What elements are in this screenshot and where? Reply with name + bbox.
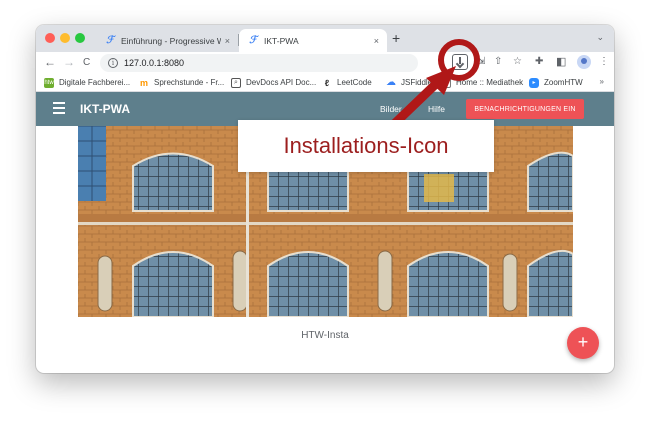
reload-icon[interactable]: C [83, 56, 90, 70]
menu-kebab-icon[interactable]: ⋮ [599, 56, 609, 68]
open-with-icon[interactable]: ⇲ [477, 56, 485, 68]
hamburger-menu-icon[interactable] [53, 102, 65, 114]
url-text: 127.0.0.1:8080 [124, 58, 185, 68]
side-panel-icon[interactable]: ◧ [556, 56, 566, 68]
bookmark-label: Sprechstunde - Fr... [154, 78, 225, 87]
nav-link-bilder[interactable]: Bilder [380, 104, 402, 114]
browser-window: ℱ Einführung - Progressive Web × ℱ IKT-P… [36, 25, 614, 373]
enable-notifications-button[interactable]: BENACHRICHTIGUNGEN EIN [466, 99, 584, 119]
bookmarks-overflow-icon[interactable]: » [600, 77, 604, 86]
tab-ikt-pwa[interactable]: ℱ IKT-PWA × [239, 29, 387, 52]
new-tab-button[interactable]: + [392, 30, 400, 46]
bookmark-label: LeetCode [337, 78, 372, 87]
bookmark-digitale-fachbereich[interactable]: htw Digitale Fachberei... [44, 76, 134, 89]
bookmark-zoomhtw[interactable]: ▸ ZoomHTW [529, 76, 591, 89]
annotation-label: Installations-Icon [238, 120, 494, 172]
minimize-window-button[interactable] [60, 33, 70, 43]
zoom-icon: ▸ [529, 77, 539, 88]
bookmarks-bar: htw Digitale Fachberei... m Sprechstunde… [36, 73, 614, 92]
forward-icon[interactable]: → [63, 55, 75, 69]
browser-toolbar: ← → C i 127.0.0.1:8080 ⇲ ⇧ ☆ ✚ ◧ ⋮ [36, 52, 614, 73]
install-app-icon[interactable] [452, 54, 468, 70]
tab-einfuehrung[interactable]: ℱ Einführung - Progressive Web × [96, 29, 238, 52]
close-window-button[interactable] [45, 33, 55, 43]
bookmark-label: Home :: Mediathek [456, 78, 524, 87]
bookmark-label: JSFiddle [401, 78, 433, 87]
bookmark-devdocs[interactable]: ⌕ DevDocs API Doc... [231, 76, 316, 89]
tab-favicon-icon: ℱ [106, 35, 114, 46]
bookmark-leetcode[interactable]: ℓ LeetCode [322, 76, 380, 89]
cloud-icon: ☁ [386, 76, 396, 88]
bookmark-label: Digitale Fachberei... [59, 78, 131, 87]
bookmark-label: ZoomHTW [544, 78, 583, 87]
tab-close-icon[interactable]: × [374, 36, 379, 46]
bookmark-label: DevDocs API Doc... [246, 78, 316, 87]
search-icon: ⌕ [231, 77, 241, 88]
tab-title: Einführung - Progressive Web [121, 35, 221, 46]
page-icon [441, 77, 451, 88]
maximize-window-button[interactable] [75, 33, 85, 43]
extensions-icon[interactable]: ✚ [535, 56, 543, 68]
address-bar[interactable]: i 127.0.0.1:8080 [100, 54, 418, 72]
back-icon[interactable]: ← [44, 55, 56, 69]
tab-close-icon[interactable]: × [225, 36, 230, 46]
profile-avatar[interactable] [577, 55, 591, 69]
m-icon: m [139, 77, 148, 88]
add-post-button[interactable]: + [567, 327, 599, 359]
tab-favicon-icon: ℱ [249, 35, 257, 46]
htw-icon: htw [44, 77, 54, 88]
bookmark-jsfiddle[interactable]: ☁ JSFiddle [386, 76, 446, 89]
app-title: IKT-PWA [80, 102, 130, 116]
bookmark-mediathek[interactable]: Home :: Mediathek [441, 76, 527, 89]
tab-search-icon[interactable]: ⌄ [596, 32, 604, 43]
tab-title: IKT-PWA [264, 35, 299, 46]
bookmark-sprechstunde[interactable]: m Sprechstunde - Fr... [139, 76, 225, 89]
bookmark-star-icon[interactable]: ☆ [513, 56, 522, 68]
leetcode-icon: ℓ [324, 77, 330, 88]
site-info-icon[interactable]: i [108, 58, 118, 68]
nav-link-hilfe[interactable]: Hilfe [428, 104, 445, 114]
share-icon[interactable]: ⇧ [494, 56, 502, 68]
feed-caption: HTW-Insta [301, 330, 349, 341]
tab-strip: ℱ Einführung - Progressive Web × ℱ IKT-P… [36, 25, 614, 52]
